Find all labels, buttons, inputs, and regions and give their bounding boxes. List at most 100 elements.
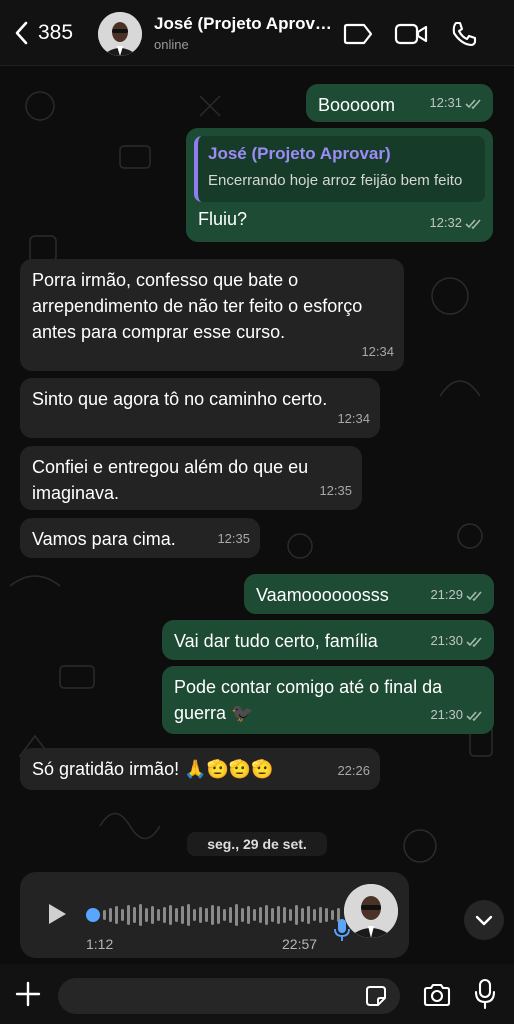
message-time: 12:31 xyxy=(429,95,462,110)
double-check-icon xyxy=(465,98,481,109)
quoted-message[interactable]: José (Projeto Aprovar) Encerrando hoje a… xyxy=(194,136,485,202)
waveform-bar xyxy=(133,907,136,923)
waveform-bar xyxy=(241,908,244,922)
scroll-to-bottom-button[interactable] xyxy=(464,900,504,940)
message-time: 12:32 xyxy=(429,215,462,230)
message-time: 12:34 xyxy=(337,411,370,426)
tag-icon[interactable] xyxy=(342,22,374,46)
voice-timestamp: 22:57 xyxy=(282,936,318,952)
waveform-bar xyxy=(181,906,184,924)
double-check-icon xyxy=(466,710,482,721)
double-check-icon xyxy=(465,218,481,229)
waveform-bar xyxy=(247,906,250,924)
microphone-icon xyxy=(334,919,350,941)
message-incoming[interactable]: Vamos para cima. 12:35 xyxy=(20,518,260,558)
chevron-down-icon xyxy=(475,915,493,926)
message-text: Confiei e entregou além do que eu imagin… xyxy=(32,457,309,503)
message-outgoing[interactable]: Vaamoooooosss 21:29 xyxy=(244,574,494,614)
contact-name: José (Projeto Aprovar) xyxy=(154,14,334,33)
play-icon[interactable] xyxy=(46,902,68,926)
message-incoming[interactable]: Confiei e entregou além do que eu imagin… xyxy=(20,446,362,510)
message-outgoing[interactable]: Booooom 12:31 xyxy=(306,84,493,122)
sticker-icon[interactable] xyxy=(364,984,388,1008)
video-call-icon[interactable] xyxy=(394,22,428,46)
waveform-bar xyxy=(271,908,274,922)
waveform-scrubber[interactable] xyxy=(86,908,100,922)
waveform-bar xyxy=(313,909,316,921)
camera-icon[interactable] xyxy=(422,982,452,1008)
message-outgoing-reply[interactable]: José (Projeto Aprovar) Encerrando hoje a… xyxy=(186,128,493,242)
message-outgoing[interactable]: Pode contar comigo até o final da guerra… xyxy=(162,666,494,734)
waveform-bar xyxy=(319,907,322,923)
voice-elapsed: 1:12 xyxy=(86,936,114,952)
waveform-bar xyxy=(157,909,160,921)
voice-sender-avatar xyxy=(344,884,398,938)
message-outgoing[interactable]: Vai dar tudo certo, família 21:30 xyxy=(162,620,494,660)
waveform-bar xyxy=(295,905,298,925)
message-text: Porra irmão, confesso que bate o arrepen… xyxy=(32,270,363,342)
waveform-bar xyxy=(307,906,310,924)
waveform-bar xyxy=(211,905,214,925)
back-button[interactable]: 385 xyxy=(12,20,73,46)
waveform-bar xyxy=(301,908,304,922)
waveform-bar xyxy=(205,908,208,922)
message-incoming[interactable]: Só gratidão irmão! 🙏🫡🫡🫡 22:26 xyxy=(20,748,380,790)
message-time: 21:29 xyxy=(430,587,463,602)
waveform-bar xyxy=(163,907,166,923)
message-time: 12:35 xyxy=(217,531,250,546)
waveform-bar xyxy=(151,906,154,924)
message-incoming[interactable]: Sinto que agora tô no caminho certo. 12:… xyxy=(20,378,380,438)
double-check-icon xyxy=(466,636,482,647)
chat-area[interactable]: Booooom 12:31 José (Projeto Aprovar) Enc… xyxy=(0,66,514,964)
message-text: Fluiu? xyxy=(198,209,248,229)
message-incoming[interactable]: Porra irmão, confesso que bate o arrepen… xyxy=(20,259,404,371)
waveform-bar xyxy=(127,905,130,925)
waveform-bar xyxy=(193,909,196,921)
chat-header: 385 José (Projeto Aprovar) online xyxy=(0,0,514,66)
message-text: Só gratidão irmão! 🙏🫡🫡🫡 xyxy=(32,759,274,779)
message-time: 12:35 xyxy=(319,483,352,498)
quoted-text: Encerrando hoje arroz feijão bem feito xyxy=(208,172,463,189)
waveform-bar xyxy=(265,905,268,925)
message-text: Vamos para cima. xyxy=(32,529,176,549)
composer-bar xyxy=(0,964,514,1024)
message-time: 12:34 xyxy=(361,344,394,359)
voice-waveform[interactable] xyxy=(86,900,346,930)
waveform-bar xyxy=(169,905,172,925)
message-text: Sinto que agora tô no caminho certo. xyxy=(32,389,328,409)
waveform-bar xyxy=(217,906,220,924)
waveform-bar xyxy=(325,908,328,922)
microphone-icon[interactable] xyxy=(474,978,496,1010)
contact-info[interactable]: José (Projeto Aprovar) online xyxy=(154,14,334,52)
double-check-icon xyxy=(466,590,482,601)
waveform-bar xyxy=(259,907,262,923)
phone-icon[interactable] xyxy=(450,20,478,48)
contact-status: online xyxy=(154,37,189,52)
plus-icon[interactable] xyxy=(14,980,42,1008)
waveform-bar xyxy=(115,906,118,924)
waveform-bar xyxy=(289,909,292,921)
contact-avatar[interactable] xyxy=(98,12,142,56)
waveform-bar xyxy=(139,904,142,926)
message-text: Booooom xyxy=(318,95,396,115)
waveform-bar xyxy=(187,904,190,926)
back-chevron-icon xyxy=(15,21,28,45)
message-text: Vai dar tudo certo, família xyxy=(174,631,378,651)
waveform-bar xyxy=(175,908,178,922)
message-input[interactable] xyxy=(58,978,400,1014)
waveform-bar xyxy=(145,908,148,922)
waveform-bar xyxy=(121,909,124,921)
waveform-bar xyxy=(253,909,256,921)
unread-count: 385 xyxy=(38,21,74,44)
quoted-author: José (Projeto Aprovar) xyxy=(208,144,391,163)
waveform-bar xyxy=(103,910,106,920)
waveform-bar xyxy=(283,907,286,923)
waveform-bar xyxy=(199,907,202,923)
message-time: 22:26 xyxy=(337,763,370,778)
message-time: 21:30 xyxy=(430,707,463,722)
waveform-bar xyxy=(223,909,226,921)
message-time: 21:30 xyxy=(430,633,463,648)
waveform-bar xyxy=(277,906,280,924)
waveform-bar xyxy=(109,908,112,922)
message-text: Vaamoooooosss xyxy=(256,585,389,605)
